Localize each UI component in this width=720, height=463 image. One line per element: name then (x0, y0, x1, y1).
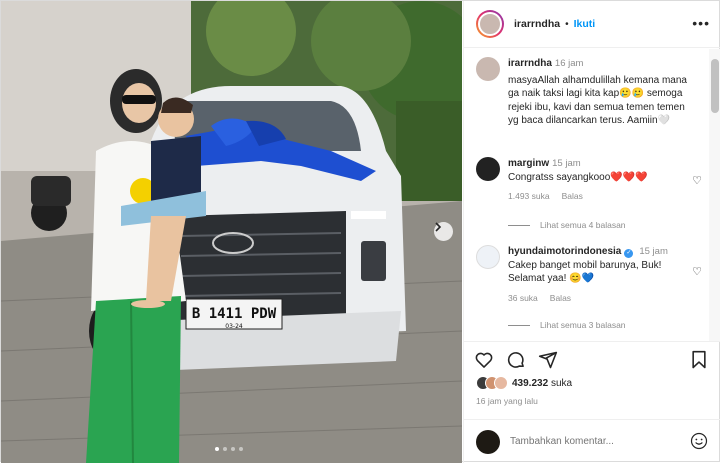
caption-time: 16 jam (554, 58, 584, 69)
comment-input[interactable] (510, 436, 680, 447)
likes-suffix: suka (550, 377, 573, 389)
view-replies-label: Lihat semua 3 balasan (540, 320, 626, 330)
comment-item: marginw 15 jam Congratss sayangkooo❤️❤️❤️… (476, 157, 698, 204)
comment-text: Congratss sayangkooo❤️❤️❤️ (508, 171, 648, 183)
post-photo[interactable]: B 1411 PDW 03-24 (1, 1, 462, 463)
replies-divider (508, 224, 530, 226)
comments-list: irarrndha 16 jam masyaAllah alhamdulillah… (464, 49, 720, 341)
post-side-panel: irarrndha • Ikuti ••• irarrndha 16 jam ma… (463, 1, 720, 463)
caption-username[interactable]: irarrndha (508, 58, 552, 69)
bookmark-icon[interactable] (690, 350, 708, 370)
reply-button[interactable]: Balas (550, 293, 571, 303)
heart-icon[interactable] (474, 350, 494, 370)
plate-number: B 1411 PDW (192, 306, 277, 322)
caption-body: irarrndha 16 jam masyaAllah alhamdulillah… (508, 57, 698, 128)
likes-summary[interactable]: 439.232 suka (476, 376, 572, 390)
plate-expiry: 03-24 (225, 323, 243, 330)
carousel-next-button[interactable] (434, 222, 453, 241)
carousel-dot (223, 447, 227, 451)
heart-icon[interactable]: ♡ (692, 265, 702, 278)
separator-dot: • (565, 18, 569, 30)
comment-body: hyundaimotorindonesia ✓ 15 jam Cakep bange… (508, 245, 698, 305)
carousel-dot (231, 447, 235, 451)
story-ring[interactable] (476, 10, 504, 38)
avatar[interactable] (478, 12, 502, 36)
chevron-right-icon (435, 222, 442, 232)
comment-time: 15 jam (552, 158, 581, 169)
caption-text: masyaAllah alhamdulillah kemana mana ga … (508, 74, 687, 127)
carousel-dot (215, 447, 219, 451)
more-options-icon[interactable]: ••• (692, 15, 710, 31)
comment-icon[interactable] (506, 350, 526, 370)
comment-meta: 36 suka Balas (508, 292, 698, 306)
comment-time: 15 jam (639, 246, 668, 257)
share-icon[interactable] (538, 350, 558, 370)
comment-username[interactable]: hyundaimotorindonesia (508, 246, 621, 257)
caption: irarrndha 16 jam masyaAllah alhamdulillah… (476, 57, 698, 128)
post-header: irarrndha • Ikuti ••• (464, 1, 720, 48)
comment-body: marginw 15 jam Congratss sayangkooo❤️❤️❤️… (508, 157, 698, 204)
post-timestamp[interactable]: 16 jam yang lalu (476, 396, 538, 406)
comment-likes[interactable]: 1.493 suka (508, 191, 550, 201)
carousel-indicator (215, 447, 243, 451)
comment-username[interactable]: marginw (508, 158, 549, 169)
carousel-dot (239, 447, 243, 451)
follow-button[interactable]: Ikuti (574, 18, 596, 30)
view-replies-label: Lihat semua 4 balasan (540, 220, 626, 230)
post-modal: B 1411 PDW 03-24 irarrndha • Ikuti ••• i… (0, 0, 720, 463)
likes-count-label[interactable]: 439.232 suka (512, 378, 572, 389)
avatar[interactable] (476, 57, 500, 81)
avatar (494, 376, 508, 390)
comment-meta: 1.493 suka Balas (508, 190, 698, 204)
verified-badge-icon: ✓ (624, 249, 634, 258)
avatar[interactable] (476, 157, 500, 181)
action-icons (474, 350, 558, 370)
author-username[interactable]: irarrndha (514, 18, 560, 30)
comment-item: hyundaimotorindonesia ✓ 15 jam Cakep bange… (476, 245, 698, 305)
replies-divider (508, 324, 530, 326)
heart-icon[interactable]: ♡ (692, 174, 702, 187)
add-comment-bar (464, 419, 720, 463)
avatar (476, 429, 500, 454)
reply-button[interactable]: Balas (562, 191, 583, 201)
avatar[interactable] (476, 245, 500, 269)
photo-illustration: B 1411 PDW 03-24 (1, 1, 462, 463)
action-bar: 439.232 suka 16 jam yang lalu (464, 341, 720, 421)
emoji-icon[interactable] (690, 432, 708, 450)
comment-text: Cakep banget mobil barunya, Buk! Selamat… (508, 259, 662, 285)
view-replies-button[interactable]: Lihat semua 4 balasan (508, 220, 626, 230)
comment-likes[interactable]: 36 suka (508, 293, 538, 303)
view-replies-button[interactable]: Lihat semua 3 balasan (508, 320, 626, 330)
likes-count: 439.232 (512, 377, 549, 389)
